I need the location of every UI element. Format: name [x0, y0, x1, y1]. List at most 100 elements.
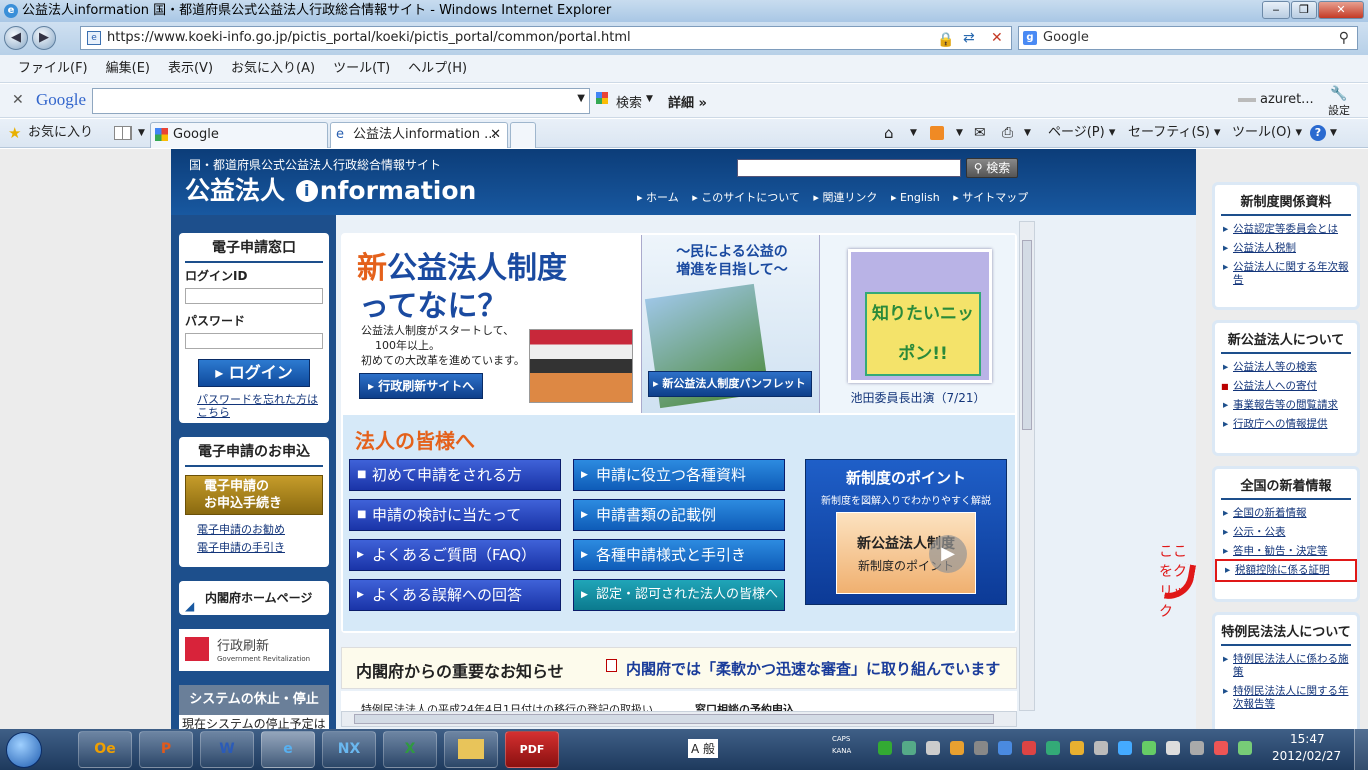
lock-icon[interactable]: 🔒: [937, 29, 954, 51]
print-icon[interactable]: ⎙: [1002, 119, 1013, 147]
play-icon[interactable]: ▶: [929, 535, 967, 573]
show-desktop-button[interactable]: [1354, 729, 1368, 770]
nav-sitemap[interactable]: サイトマップ: [962, 191, 1028, 204]
nav-links[interactable]: 関連リンク: [822, 191, 877, 204]
site-search-input[interactable]: [737, 159, 961, 177]
tray-wifi-icon[interactable]: [1238, 741, 1252, 755]
refresh-icon[interactable]: ⇄: [963, 27, 975, 49]
print-dropdown-icon[interactable]: ▼: [1024, 119, 1031, 147]
corp-btn-forms[interactable]: 各種申請様式と手引き: [573, 539, 785, 571]
corp-btn-certified[interactable]: 認定・認可された法人の皆様へ: [573, 579, 785, 611]
stop-icon[interactable]: ✕: [991, 27, 1003, 49]
site-logo[interactable]: 公益法人 i nformation: [185, 171, 476, 207]
help-dropdown-icon[interactable]: ▼: [1330, 119, 1337, 147]
maximize-button[interactable]: ❐: [1291, 1, 1317, 19]
main-scrollbar-thumb[interactable]: [1022, 240, 1032, 430]
tray-check-icon[interactable]: [878, 741, 892, 755]
ime-indicator[interactable]: A 般: [688, 739, 719, 758]
pamphlet-button[interactable]: ▸ 新公益法人制度パンフレット: [648, 371, 812, 397]
banner-interview[interactable]: 知りたいニッポン!! 池田委員長出演（7/21）: [819, 235, 1015, 413]
corp-btn-materials[interactable]: 申請に役立つ各種資料: [573, 459, 785, 491]
mail-icon[interactable]: ✉: [974, 119, 986, 147]
banner-pamphlet[interactable]: ～民による公益の 増進を目指して～ ▸ 新公益法人制度パンフレット: [641, 235, 819, 413]
main-hscrollbar[interactable]: [341, 711, 1017, 727]
forward-button[interactable]: ▶: [32, 26, 56, 50]
tray-tools-icon[interactable]: [1094, 741, 1108, 755]
tray-app-icon[interactable]: [950, 741, 964, 755]
corp-btn-misconceptions[interactable]: よくある誤解への回答: [349, 579, 561, 611]
menu-file[interactable]: ファイル(F): [18, 61, 88, 76]
taskbar-word[interactable]: W: [200, 731, 254, 768]
browser-search-input[interactable]: g Google ⚲: [1018, 26, 1358, 50]
gyosei-link[interactable]: 行政刷新 Government Revitalization: [179, 629, 329, 671]
login-id-input[interactable]: [185, 288, 323, 304]
main-scrollbar[interactable]: [1019, 221, 1035, 711]
google-search-input[interactable]: ▼: [92, 88, 590, 114]
cabinet-office-link[interactable]: ◢ 内閣府ホームページ: [179, 581, 329, 615]
tray-globe-icon[interactable]: [1118, 741, 1132, 755]
close-tab-icon[interactable]: ✕: [490, 123, 501, 147]
home-icon[interactable]: ⌂: [884, 119, 894, 147]
taskbar-nx[interactable]: NX: [322, 731, 376, 768]
corp-btn-faq[interactable]: よくあるご質問（FAQ）: [349, 539, 561, 571]
link-tax[interactable]: 公益法人税制: [1215, 239, 1357, 258]
corp-btn-first-apply[interactable]: 初めて申請をされる方: [349, 459, 561, 491]
link-tax-credit-certificate[interactable]: 税額控除に係る証明: [1215, 559, 1357, 582]
favorites-button[interactable]: お気に入り: [28, 119, 93, 147]
page-menu[interactable]: ページ(P) ▾: [1048, 119, 1115, 147]
corp-btn-examples[interactable]: 申請書類の記載例: [573, 499, 785, 531]
link-search[interactable]: 公益法人等の検索: [1215, 358, 1357, 377]
home-dropdown-icon[interactable]: ▼: [910, 119, 917, 147]
quick-tabs-dropdown-icon[interactable]: ▼: [138, 119, 145, 147]
tray-alert-icon[interactable]: [1214, 741, 1228, 755]
apply-procedure-button[interactable]: 電子申請の お申込手続き: [185, 475, 323, 515]
help-icon[interactable]: ?: [1310, 125, 1326, 141]
password-input[interactable]: [185, 333, 323, 349]
address-input[interactable]: e https://www.koeki-info.go.jp/pictis_po…: [80, 26, 1012, 50]
main-hscrollbar-thumb[interactable]: [354, 714, 994, 724]
search-icon[interactable]: ⚲: [1339, 27, 1349, 49]
minimize-button[interactable]: ‒: [1262, 1, 1290, 19]
menu-edit[interactable]: 編集(E): [106, 61, 150, 76]
close-window-button[interactable]: ✕: [1318, 1, 1364, 19]
clock-date[interactable]: 2012/02/27: [1272, 749, 1341, 763]
favorites-star-icon[interactable]: ★: [8, 119, 21, 147]
menu-help[interactable]: ヘルプ(H): [408, 61, 467, 76]
taskbar-outlook[interactable]: Oe: [78, 731, 132, 768]
login-button[interactable]: ▸ ログイン: [198, 359, 310, 387]
menu-tools[interactable]: ツール(T): [333, 61, 390, 76]
tray-update-icon[interactable]: [998, 741, 1012, 755]
tab-koeki[interactable]: e 公益法人information ... ✕: [330, 122, 508, 148]
apply-recommend-link[interactable]: 電子申請のお勧め: [179, 515, 329, 537]
more-button[interactable]: 詳細 »: [668, 92, 707, 111]
settings-label[interactable]: 設定: [1328, 102, 1350, 118]
gyosei-site-button[interactable]: ▸ 行政刷新サイトへ: [359, 373, 483, 399]
quick-tabs-icon[interactable]: [114, 126, 132, 140]
menu-view[interactable]: 表示(V): [168, 61, 213, 76]
nav-home[interactable]: ホーム: [646, 191, 679, 204]
link-special-policy[interactable]: 特例民法法人に係わる施策: [1215, 650, 1357, 682]
interview-caption[interactable]: 池田委員長出演（7/21）: [820, 389, 1016, 406]
start-button[interactable]: [6, 732, 42, 768]
wrench-icon[interactable]: 🔧: [1330, 86, 1347, 102]
link-special-annual[interactable]: 特例民法法人に関する年次報告等: [1215, 682, 1357, 714]
tools-menu[interactable]: ツール(O) ▾: [1232, 119, 1302, 147]
apply-guide-link[interactable]: 電子申請の手引き: [179, 537, 329, 555]
nav-english[interactable]: English: [900, 191, 940, 204]
tray-flag-icon[interactable]: [1190, 741, 1204, 755]
tray-shield-icon[interactable]: [1070, 741, 1084, 755]
account-menu[interactable]: azuret...: [1260, 92, 1314, 107]
link-donation[interactable]: 公益法人への寄付: [1215, 377, 1357, 396]
link-annual-report[interactable]: 公益法人に関する年次報告: [1215, 258, 1357, 290]
taskbar-powerpoint[interactable]: P: [139, 731, 193, 768]
rss-icon[interactable]: [930, 126, 944, 140]
menu-favorites[interactable]: お気に入り(A): [231, 61, 315, 76]
taskbar-explorer[interactable]: [444, 731, 498, 768]
link-national-news[interactable]: 全国の新着情報: [1215, 504, 1357, 523]
corp-btn-consider[interactable]: 申請の検討に当たって: [349, 499, 561, 531]
new-system-points[interactable]: 新制度のポイント 新制度を図解入りでわかりやすく解説 新公益法人制度 新制度のポ…: [805, 459, 1007, 605]
tray-battery-icon[interactable]: [1046, 741, 1060, 755]
safety-menu[interactable]: セーフティ(S) ▾: [1128, 119, 1221, 147]
clock-time[interactable]: 15:47: [1290, 732, 1325, 746]
banner-new-system[interactable]: 新公益法人制度 ってなに？ 公益法人制度がスタートして、 100年以上。 初めての大…: [343, 235, 641, 413]
